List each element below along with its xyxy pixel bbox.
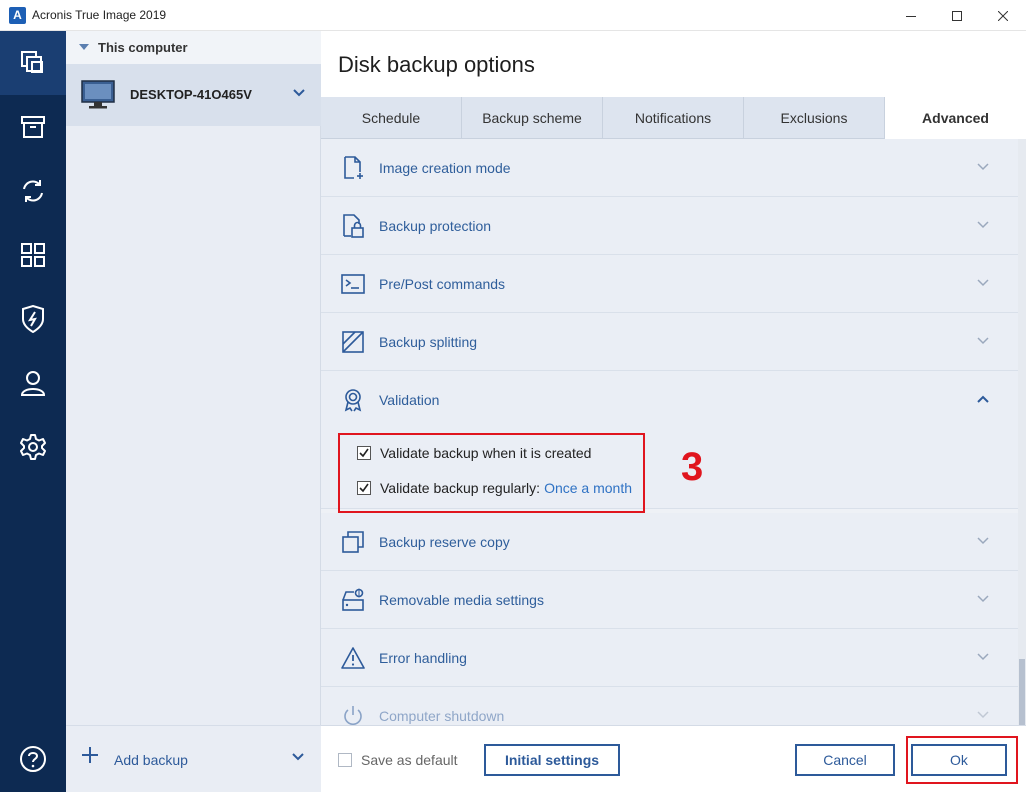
option-error-handling[interactable]: Error handling	[321, 629, 1018, 687]
options-header: Disk backup options	[321, 31, 1026, 97]
option-label: Pre/Post commands	[379, 276, 506, 292]
terminal-icon	[341, 274, 365, 294]
image-creation-icon	[344, 156, 363, 179]
title-bar: A Acronis True Image 2019	[0, 0, 1026, 31]
option-label: Computer shutdown	[379, 708, 505, 724]
account-icon	[20, 371, 46, 396]
option-validation[interactable]: Validation	[321, 371, 1018, 429]
navigation-rail	[0, 31, 66, 792]
computer-name: DESKTOP-41O465V	[130, 87, 252, 102]
save-as-default-label: Save as default	[361, 752, 458, 768]
tab-notifications[interactable]: Notifications	[603, 97, 744, 139]
backup-sources-panel: This computer DESKTOP-41O465V Add backup	[66, 31, 321, 792]
sync-icon	[23, 180, 43, 202]
nav-sync[interactable]	[0, 159, 66, 223]
option-label: Error handling	[379, 650, 467, 666]
nav-tools[interactable]	[0, 223, 66, 287]
chevron-down-icon	[977, 163, 989, 171]
option-backup-reserve-copy[interactable]: Backup reserve copy	[321, 513, 1018, 571]
chevron-down-icon[interactable]	[292, 753, 304, 761]
option-computer-shutdown[interactable]: Computer shutdown	[321, 687, 1018, 725]
acronis-logo-icon: A	[9, 7, 26, 24]
lock-file-icon	[343, 214, 364, 238]
badge-icon	[344, 389, 362, 412]
warning-icon	[341, 647, 365, 669]
option-removable-media-settings[interactable]: Removable media settings	[321, 571, 1018, 629]
monitor-icon	[81, 80, 115, 109]
option-label: Backup protection	[379, 218, 492, 234]
source-computer-item[interactable]: DESKTOP-41O465V	[66, 64, 321, 126]
chevron-down-icon	[977, 337, 989, 345]
nav-archive[interactable]	[0, 95, 66, 159]
help-icon	[20, 746, 46, 772]
close-icon	[998, 10, 1008, 21]
initial-settings-button[interactable]: Initial settings	[484, 744, 620, 776]
option-label: Backup reserve copy	[379, 534, 510, 550]
chevron-down-icon	[977, 279, 989, 287]
advanced-options-list: Image creation mode Backup protection Pr…	[321, 139, 1026, 725]
nav-help[interactable]	[0, 727, 66, 791]
save-as-default-option[interactable]: Save as default	[338, 752, 458, 768]
option-label: Validation	[379, 392, 440, 408]
option-label: Backup splitting	[379, 334, 478, 350]
option-label: Removable media settings	[379, 592, 544, 608]
add-backup-button[interactable]: Add backup	[114, 752, 188, 768]
option-pre-post-commands[interactable]: Pre/Post commands	[321, 255, 1018, 313]
tab-advanced[interactable]: Advanced	[885, 97, 1026, 139]
tab-backup-scheme[interactable]: Backup scheme	[462, 97, 603, 139]
option-label: Image creation mode	[379, 160, 511, 176]
options-scrollbar[interactable]	[1018, 139, 1026, 725]
validation-settings: Validate backup when it is created Valid…	[321, 427, 1018, 513]
chevron-down-icon	[977, 595, 989, 603]
plus-icon[interactable]	[80, 745, 100, 765]
copy-icon	[342, 531, 364, 553]
minimize-button[interactable]	[888, 0, 934, 31]
options-panel: Disk backup options Schedule Backup sche…	[321, 31, 1026, 792]
nav-backup[interactable]	[0, 31, 66, 95]
cancel-button[interactable]: Cancel	[795, 744, 895, 776]
split-icon	[342, 331, 364, 353]
scrollbar-thumb[interactable]	[1019, 659, 1025, 725]
options-tabs: Schedule Backup scheme Notifications Exc…	[321, 97, 1026, 139]
add-backup-bar: Add backup	[66, 725, 321, 792]
chevron-down-icon[interactable]	[293, 89, 305, 97]
tab-exclusions[interactable]: Exclusions	[744, 97, 885, 139]
power-icon	[344, 706, 362, 725]
removable-media-icon	[342, 588, 364, 611]
close-window-button[interactable]	[980, 0, 1026, 31]
maximize-icon	[952, 10, 962, 21]
page-title: Disk backup options	[338, 52, 535, 77]
minimize-icon	[906, 15, 916, 17]
option-backup-splitting[interactable]: Backup splitting	[321, 313, 1018, 371]
step-number-annotation: 3	[681, 445, 704, 489]
dialog-footer: Save as default Initial settings Cancel …	[321, 725, 1026, 792]
nav-account[interactable]	[0, 351, 66, 415]
chevron-up-icon	[977, 395, 989, 403]
save-as-default-checkbox[interactable]	[338, 753, 352, 767]
caret-down-icon	[79, 44, 89, 50]
option-backup-protection[interactable]: Backup protection	[321, 197, 1018, 255]
sources-header[interactable]: This computer	[66, 31, 321, 64]
chevron-down-icon	[977, 653, 989, 661]
chevron-down-icon	[977, 537, 989, 545]
tab-schedule[interactable]: Schedule	[321, 97, 462, 139]
highlight-box	[338, 433, 645, 513]
tools-icon	[21, 243, 45, 267]
ok-highlight-box	[906, 736, 1018, 784]
sources-header-label: This computer	[98, 40, 188, 55]
window-title: Acronis True Image 2019	[32, 8, 167, 22]
maximize-button[interactable]	[934, 0, 980, 31]
chevron-down-icon	[977, 711, 989, 719]
nav-settings[interactable]	[0, 415, 66, 479]
archive-icon	[21, 116, 45, 138]
option-image-creation-mode[interactable]: Image creation mode	[321, 139, 1018, 197]
nav-active-protection[interactable]	[0, 287, 66, 351]
chevron-down-icon	[977, 221, 989, 229]
settings-icon	[20, 434, 46, 460]
active-protection-icon	[22, 305, 44, 333]
backup-icon	[21, 51, 43, 73]
